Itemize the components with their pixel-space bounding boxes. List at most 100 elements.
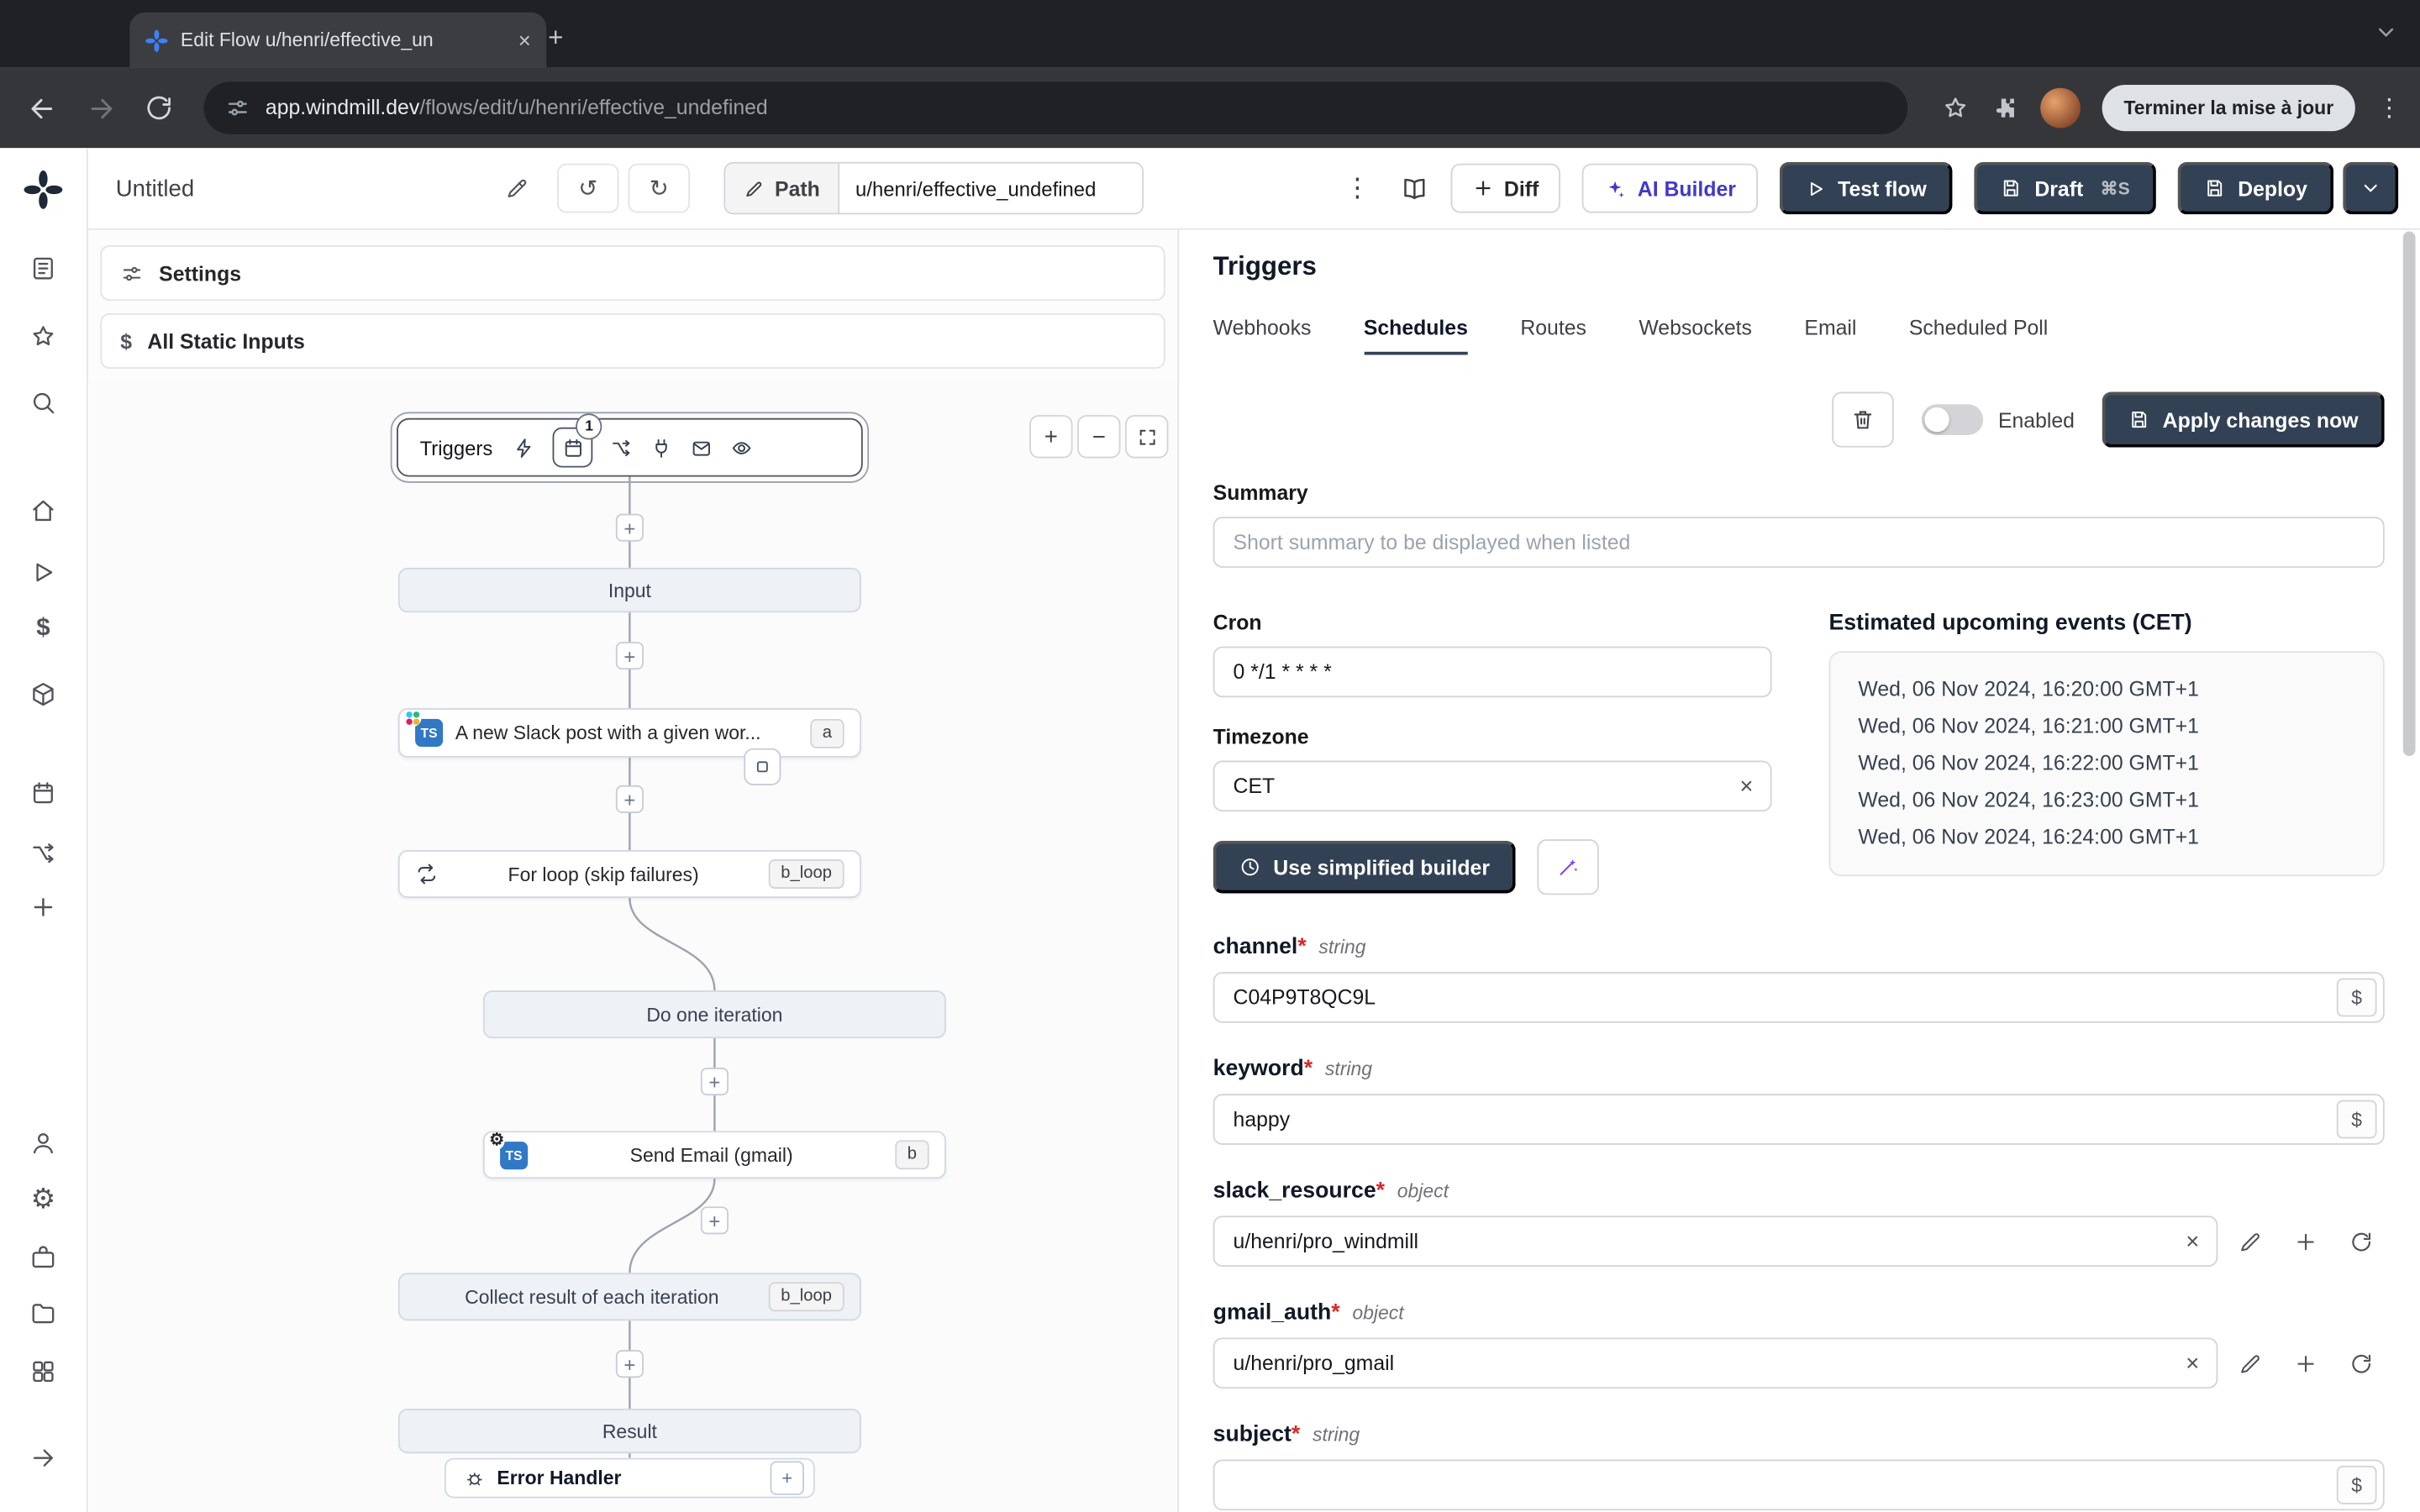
forloop-node[interactable]: For loop (skip failures) b_loop <box>397 850 861 898</box>
module-picker-button[interactable] <box>744 748 781 785</box>
extensions-puzzle-icon[interactable] <box>1991 94 2019 122</box>
send-email-node[interactable]: TS ⚙ Send Email (gmail) b <box>482 1131 946 1179</box>
result-node[interactable]: Result <box>397 1408 861 1454</box>
slack-resource-input[interactable] <box>1213 1215 2218 1267</box>
refresh-resource-button[interactable] <box>2338 1218 2385 1264</box>
settings-bar[interactable]: Settings <box>100 245 1165 302</box>
tab-websockets[interactable]: Websockets <box>1639 317 1752 355</box>
sidebar-notebook-icon[interactable] <box>29 255 57 282</box>
path-input[interactable] <box>839 163 1143 213</box>
sidebar-expand-arrow-icon[interactable] <box>29 1444 57 1472</box>
site-controls-icon[interactable] <box>225 96 250 120</box>
keyword-input[interactable] <box>1213 1094 2385 1145</box>
flow-name[interactable]: Untitled <box>116 175 194 201</box>
docs-book-icon[interactable] <box>1399 174 1428 203</box>
channel-input[interactable] <box>1213 972 2385 1023</box>
browser-menu-icon[interactable]: ⋮ <box>2377 92 2402 123</box>
add-error-handler-button[interactable]: + <box>770 1461 804 1495</box>
schedule-trigger-icon[interactable]: 1 <box>552 413 602 468</box>
refresh-resource-button[interactable] <box>2338 1340 2385 1386</box>
clear-timezone-icon[interactable]: × <box>1739 774 1753 798</box>
undo-button[interactable]: ↺ <box>557 163 619 213</box>
sidebar-variables-dollar-icon[interactable]: $ <box>36 616 50 643</box>
timezone-input[interactable] <box>1213 760 1772 812</box>
insert-step-button[interactable]: + <box>615 513 644 542</box>
toolbar-kebab-icon[interactable]: ⋮ <box>1340 173 1374 204</box>
forward-icon[interactable] <box>77 85 124 131</box>
email-trigger-icon[interactable] <box>690 436 713 459</box>
slack-step-node[interactable]: TS A new Slack post with a given wor... … <box>397 708 861 758</box>
sidebar-folders-icon[interactable] <box>29 1299 57 1327</box>
insert-step-button[interactable]: + <box>615 1350 644 1378</box>
redo-button[interactable]: ↻ <box>628 163 691 213</box>
profile-avatar[interactable] <box>2040 87 2081 129</box>
panel-scrollbar-thumb[interactable] <box>2402 231 2416 756</box>
zoom-in-button[interactable]: + <box>1029 415 1073 459</box>
gmail-auth-input[interactable] <box>1213 1337 2218 1389</box>
deploy-dropdown-button[interactable] <box>2343 161 2399 215</box>
all-static-inputs-bar[interactable]: $ All Static Inputs <box>100 312 1165 369</box>
sidebar-flows-route-icon[interactable] <box>29 839 57 867</box>
back-icon[interactable] <box>18 85 65 131</box>
edit-name-pencil-icon[interactable] <box>505 176 529 200</box>
path-label-segment[interactable]: Path <box>725 163 840 213</box>
sidebar-resources-box-icon[interactable] <box>29 680 57 708</box>
add-resource-button[interactable] <box>2283 1340 2329 1386</box>
cron-input[interactable] <box>1213 646 1772 698</box>
error-handler-node[interactable]: Error Handler + <box>444 1457 815 1499</box>
sidebar-add-plus-icon[interactable] <box>29 893 57 921</box>
edit-resource-pencil-button[interactable] <box>2227 1218 2273 1264</box>
tab-schedules[interactable]: Schedules <box>1363 317 1468 355</box>
new-tab-button[interactable]: + <box>537 20 574 57</box>
sidebar-apps-grid-icon[interactable] <box>29 1357 57 1385</box>
url-bar[interactable]: app.windmill.dev/flows/edit/u/henri/effe… <box>203 81 1908 134</box>
flow-graph-canvas[interactable]: Triggers 1 + − Input TS A new Slack post… <box>87 381 1178 1512</box>
clear-resource-icon[interactable]: × <box>2186 1230 2199 1253</box>
insert-variable-button[interactable]: $ <box>2336 1465 2377 1504</box>
test-flow-button[interactable]: Test flow <box>1779 161 1954 215</box>
insert-step-button[interactable]: + <box>615 785 644 813</box>
insert-variable-button[interactable]: $ <box>2336 978 2377 1017</box>
sidebar-home-icon[interactable] <box>29 496 57 524</box>
enabled-toggle[interactable] <box>1921 404 1983 435</box>
tab-scheduled-poll[interactable]: Scheduled Poll <box>1909 317 2048 355</box>
scheduled-poll-trigger-icon[interactable] <box>730 436 754 459</box>
tab-webhooks[interactable]: Webhooks <box>1213 317 1312 355</box>
sidebar-settings-gear-icon[interactable]: ⚙ <box>31 1184 56 1216</box>
routes-trigger-icon[interactable] <box>610 436 634 459</box>
simplified-builder-button[interactable]: Use simplified builder <box>1213 841 1517 894</box>
diff-button[interactable]: Diff <box>1449 163 1560 213</box>
tab-list-chevron-icon[interactable] <box>2374 20 2398 45</box>
bookmark-star-icon[interactable] <box>1942 94 1970 122</box>
draft-button[interactable]: Draft ⌘S <box>1974 161 2156 215</box>
input-node[interactable]: Input <box>397 567 861 613</box>
browser-tab[interactable]: Edit Flow u/henri/effective_un × <box>129 12 547 68</box>
sidebar-favorites-star-icon[interactable] <box>29 323 57 350</box>
webhook-trigger-icon[interactable] <box>513 436 536 459</box>
ai-cron-wand-button[interactable] <box>1537 839 1600 895</box>
subject-input[interactable] <box>1213 1459 2385 1511</box>
tab-email[interactable]: Email <box>1804 317 1856 355</box>
sidebar-search-icon[interactable] <box>29 389 57 417</box>
collect-result-node[interactable]: Collect result of each iteration b_loop <box>397 1273 861 1321</box>
browser-update-button[interactable]: Terminer la mise à jour <box>2102 85 2355 132</box>
sidebar-runs-play-icon[interactable] <box>29 559 57 586</box>
clear-resource-icon[interactable]: × <box>2186 1352 2199 1375</box>
deploy-button[interactable]: Deploy <box>2177 161 2334 215</box>
add-resource-button[interactable] <box>2283 1218 2329 1264</box>
insert-step-button[interactable]: + <box>615 642 644 670</box>
do-one-iteration-node[interactable]: Do one iteration <box>482 990 946 1039</box>
zoom-out-button[interactable]: − <box>1077 415 1121 459</box>
reload-icon[interactable] <box>136 85 182 131</box>
edit-resource-pencil-button[interactable] <box>2227 1340 2273 1386</box>
fit-view-button[interactable] <box>1124 415 1169 459</box>
sidebar-workspace-briefcase-icon[interactable] <box>29 1243 57 1271</box>
summary-input[interactable] <box>1213 517 2385 568</box>
insert-step-button[interactable]: + <box>700 1206 729 1235</box>
delete-schedule-button[interactable] <box>1831 391 1894 448</box>
websockets-trigger-icon[interactable] <box>650 436 674 459</box>
tab-close-icon[interactable]: × <box>518 28 531 52</box>
apply-changes-button[interactable]: Apply changes now <box>2102 391 2385 448</box>
tab-routes[interactable]: Routes <box>1520 317 1586 355</box>
ai-builder-button[interactable]: AI Builder <box>1581 163 1758 213</box>
